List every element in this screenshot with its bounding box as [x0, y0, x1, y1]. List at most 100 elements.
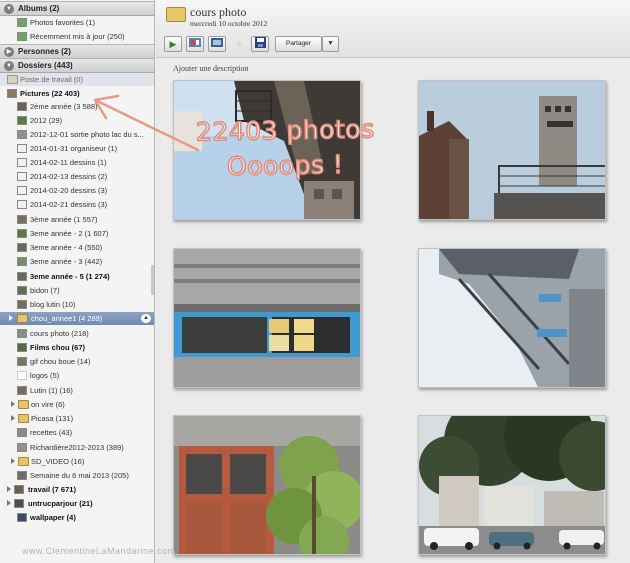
folder-label: untrucparjour (21) — [28, 499, 93, 508]
folder-item[interactable]: travail (7 671) — [0, 483, 154, 496]
folder-item[interactable]: 3eme année - 4 (550) — [0, 241, 154, 254]
photo-thumbnail[interactable] — [418, 415, 606, 555]
folder-item[interactable]: Lutin (1) (16) — [0, 384, 154, 397]
folder-item[interactable]: 3ème année (1 557) — [0, 213, 154, 226]
album-icon — [17, 32, 27, 41]
folder-item[interactable]: 3eme année - 5 (1 274) — [0, 270, 154, 283]
expand-arrow-icon[interactable] — [9, 315, 13, 321]
folder-item[interactable]: 2014-02-20 dessins (3) — [0, 184, 154, 197]
folder-item[interactable]: 2ème année (3 588) — [0, 100, 154, 113]
expand-arrow-icon[interactable]: ▶ — [4, 47, 14, 57]
movie-button[interactable] — [208, 36, 226, 52]
folder-label: Lutin (1) (16) — [30, 386, 73, 395]
folder-poste-de-travail[interactable]: Poste de travail (0) — [0, 73, 154, 86]
folder-label: 3eme année - 3 (442) — [30, 257, 103, 266]
folder-item[interactable]: Richardière2012-2013 (389) — [0, 441, 154, 454]
add-description-field[interactable]: Ajouter une description — [173, 64, 249, 73]
folder-label: blog lutin (10) — [30, 300, 76, 309]
folder-icon — [18, 400, 29, 409]
folder-pictures[interactable]: Pictures (22 403) — [0, 87, 154, 100]
folder-item[interactable]: Semaine du 6 mai 2013 (205) — [0, 469, 154, 482]
albums-section-header[interactable]: ▼ Albums (2) — [0, 1, 154, 16]
folder-item[interactable]: recettes (43) — [0, 426, 154, 439]
album-item-label: Photos favorites (1) — [30, 18, 96, 27]
photo-thumbnail[interactable] — [173, 248, 361, 388]
folder-item[interactable]: cours photo (218) — [0, 327, 154, 340]
sidebar-scrollbar[interactable] — [151, 265, 154, 295]
folder-item[interactable]: logos (5) — [0, 369, 154, 382]
folder-item[interactable]: 2014-02-21 dessins (3) — [0, 198, 154, 211]
album-item-recent[interactable]: Récemment mis à jour (250) — [0, 30, 154, 43]
folder-thumbnail — [17, 357, 27, 366]
folder-thumbnail — [17, 386, 27, 395]
photo-thumbnail[interactable] — [173, 80, 361, 220]
folder-thumbnail — [17, 443, 27, 452]
folder-thumbnail — [17, 371, 27, 380]
folder-item[interactable]: 2014-02-11 dessins (1) — [0, 156, 154, 169]
expand-arrow-icon[interactable] — [11, 415, 15, 421]
folder-header: cours photo mercredi 10 octobre 2012 ▶ ★… — [156, 0, 630, 58]
upload-icon[interactable]: ▲ — [141, 314, 151, 323]
folder-label: 3eme année - 5 (1 274) — [30, 272, 110, 281]
photo-thumbnail[interactable] — [173, 415, 361, 555]
folder-item[interactable]: untrucparjour (21) — [0, 497, 154, 510]
collapse-arrow-icon[interactable]: ▼ — [4, 4, 14, 14]
folder-thumbnail — [17, 257, 27, 266]
folder-icon — [17, 314, 28, 323]
folder-label: Picasa (131) — [31, 414, 74, 423]
folder-item[interactable]: bidon (7) — [0, 284, 154, 297]
folder-item[interactable]: gif chou boue (14) — [0, 355, 154, 368]
folder-label: 2014-02-21 dessins (3) — [30, 200, 108, 209]
folder-item[interactable]: SD_VIDEO (16) — [0, 455, 154, 468]
folder-item[interactable]: 2012-12-01 sortie photo lac du s... — [0, 128, 154, 141]
save-button[interactable] — [251, 36, 269, 52]
collapse-arrow-icon[interactable]: ▼ — [4, 61, 14, 71]
expand-arrow-icon[interactable] — [11, 458, 15, 464]
folder-item[interactable]: 3eme année - 3 (442) — [0, 255, 154, 268]
folder-label: Pictures (22 403) — [20, 89, 80, 98]
share-button[interactable]: Partager — [275, 36, 322, 52]
folder-item[interactable]: wallpaper (4) — [0, 511, 154, 524]
folder-thumbnail — [17, 102, 27, 111]
folder-title[interactable]: cours photo — [190, 5, 246, 20]
share-dropdown-button[interactable]: ▼ — [322, 36, 339, 52]
photo-thumbnail[interactable] — [418, 248, 606, 388]
personnes-section-header[interactable]: ▶ Personnes (2) — [0, 44, 154, 59]
play-slideshow-button[interactable]: ▶ — [164, 36, 182, 52]
photo-thumbnail[interactable] — [418, 80, 606, 220]
folder-thumbnail — [17, 428, 27, 437]
folder-thumbnail — [17, 116, 27, 125]
expand-arrow-icon[interactable] — [7, 500, 11, 506]
folder-thumbnail — [14, 499, 24, 508]
folder-chou-annee1-selected[interactable]: chou_annee1 (4 289) ▲ — [0, 312, 154, 325]
photo-image — [174, 416, 360, 554]
folder-label: cours photo (218) — [30, 329, 89, 338]
save-icon — [254, 37, 266, 48]
expand-arrow-icon[interactable] — [11, 401, 15, 407]
folder-thumbnail — [17, 172, 27, 181]
folder-label: 2014-02-20 dessins (3) — [30, 186, 108, 195]
sidebar: ▼ Albums (2) Photos favorites (1) Récemm… — [0, 0, 155, 563]
folder-thumbnail — [7, 89, 17, 98]
star-icon[interactable]: ★ — [230, 36, 248, 52]
folder-item[interactable]: 2014-02-13 dessins (2) — [0, 170, 154, 183]
folder-item[interactable]: 3eme année - 2 (1 607) — [0, 227, 154, 240]
collage-button[interactable] — [186, 36, 204, 52]
folder-item[interactable]: Films chou (67) — [0, 341, 154, 354]
album-item-favorites[interactable]: Photos favorites (1) — [0, 16, 154, 29]
photo-image — [174, 81, 360, 219]
folder-item[interactable]: on vire (6) — [0, 398, 154, 411]
folder-item[interactable]: 2012 (29) — [0, 114, 154, 127]
folder-label: logos (5) — [30, 371, 60, 380]
folder-label: Films chou (67) — [30, 343, 86, 352]
folder-label: Semaine du 6 mai 2013 (205) — [30, 471, 129, 480]
folder-item[interactable]: 2014-01-31 organiseur (1) — [0, 142, 154, 155]
folder-thumbnail — [17, 243, 27, 252]
dossiers-section-header[interactable]: ▼ Dossiers (443) — [0, 58, 154, 73]
folder-item[interactable]: blog lutin (10) — [0, 298, 154, 311]
folder-item[interactable]: Picasa (131) — [0, 412, 154, 425]
folder-thumbnail — [17, 471, 27, 480]
folder-thumbnail — [17, 158, 27, 167]
folder-thumbnail — [17, 286, 27, 295]
expand-arrow-icon[interactable] — [7, 486, 11, 492]
